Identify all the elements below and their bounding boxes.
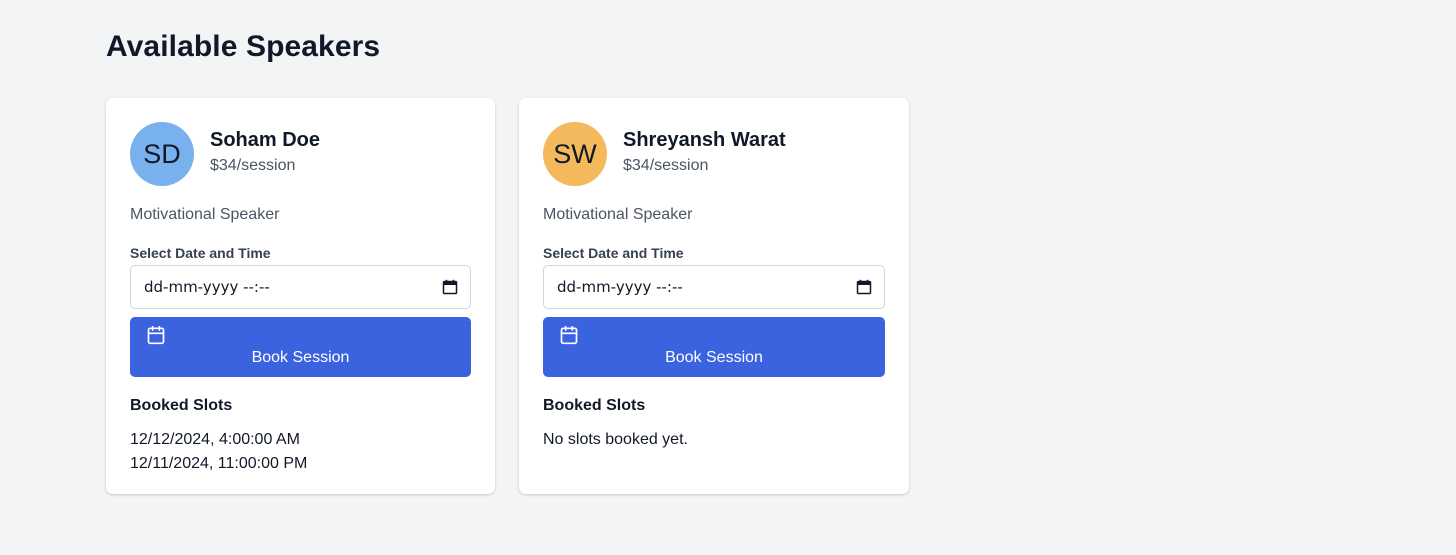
calendar-icon [147, 325, 165, 345]
calendar-picker-icon[interactable] [442, 279, 458, 295]
booked-slot: 12/12/2024, 4:00:00 AM [130, 431, 300, 448]
speaker-price: $34/session [623, 157, 709, 174]
speaker-price: $34/session [210, 157, 296, 174]
date-time-input[interactable]: dd-mm-yyyy --:-- [130, 265, 471, 309]
speaker-role: Motivational Speaker [130, 206, 280, 223]
date-time-input[interactable]: dd-mm-yyyy --:-- [543, 265, 885, 309]
calendar-picker-icon[interactable] [856, 279, 872, 295]
avatar-initials: SW [553, 138, 597, 169]
booked-slots-title: Booked Slots [130, 397, 233, 414]
book-session-label: Book Session [665, 349, 763, 366]
avatar-initials: SD [143, 138, 181, 169]
speaker-name: Shreyansh Warat [623, 129, 786, 151]
speaker-role: Motivational Speaker [543, 206, 693, 223]
no-slots-message: No slots booked yet. [543, 431, 688, 448]
speaker-name: Soham Doe [210, 129, 321, 151]
speaker-header: SD Soham Doe $34/session [130, 122, 471, 186]
date-time-placeholder: dd-mm-yyyy --:-- [144, 278, 270, 296]
date-time-label: Select Date and Time [130, 245, 271, 261]
speaker-card: SW Shreyansh Warat $34/session Motivatio… [519, 98, 909, 494]
avatar: SW [543, 122, 607, 186]
speakers-list: SD Soham Doe $34/session Motivational Sp… [106, 98, 909, 494]
booked-slots-list: No slots booked yet. [543, 428, 885, 452]
avatar: SD [130, 122, 194, 186]
book-session-button[interactable]: Book Session [130, 317, 471, 377]
booked-slots-list: 12/12/2024, 4:00:00 AM 12/11/2024, 11:00… [130, 428, 471, 476]
book-session-button[interactable]: Book Session [543, 317, 885, 377]
booked-slot: 12/11/2024, 11:00:00 PM [130, 455, 308, 472]
speaker-header: SW Shreyansh Warat $34/session [543, 122, 885, 186]
calendar-icon [560, 325, 578, 345]
speaker-info: Shreyansh Warat $34/session [623, 127, 786, 177]
page-title: Available Speakers [106, 30, 381, 63]
speaker-card: SD Soham Doe $34/session Motivational Sp… [106, 98, 495, 494]
speaker-info: Soham Doe $34/session [210, 127, 320, 177]
book-session-label: Book Session [251, 349, 350, 366]
date-time-label: Select Date and Time [543, 245, 684, 261]
date-time-placeholder: dd-mm-yyyy --:-- [557, 278, 683, 296]
booked-slots-title: Booked Slots [543, 397, 646, 414]
